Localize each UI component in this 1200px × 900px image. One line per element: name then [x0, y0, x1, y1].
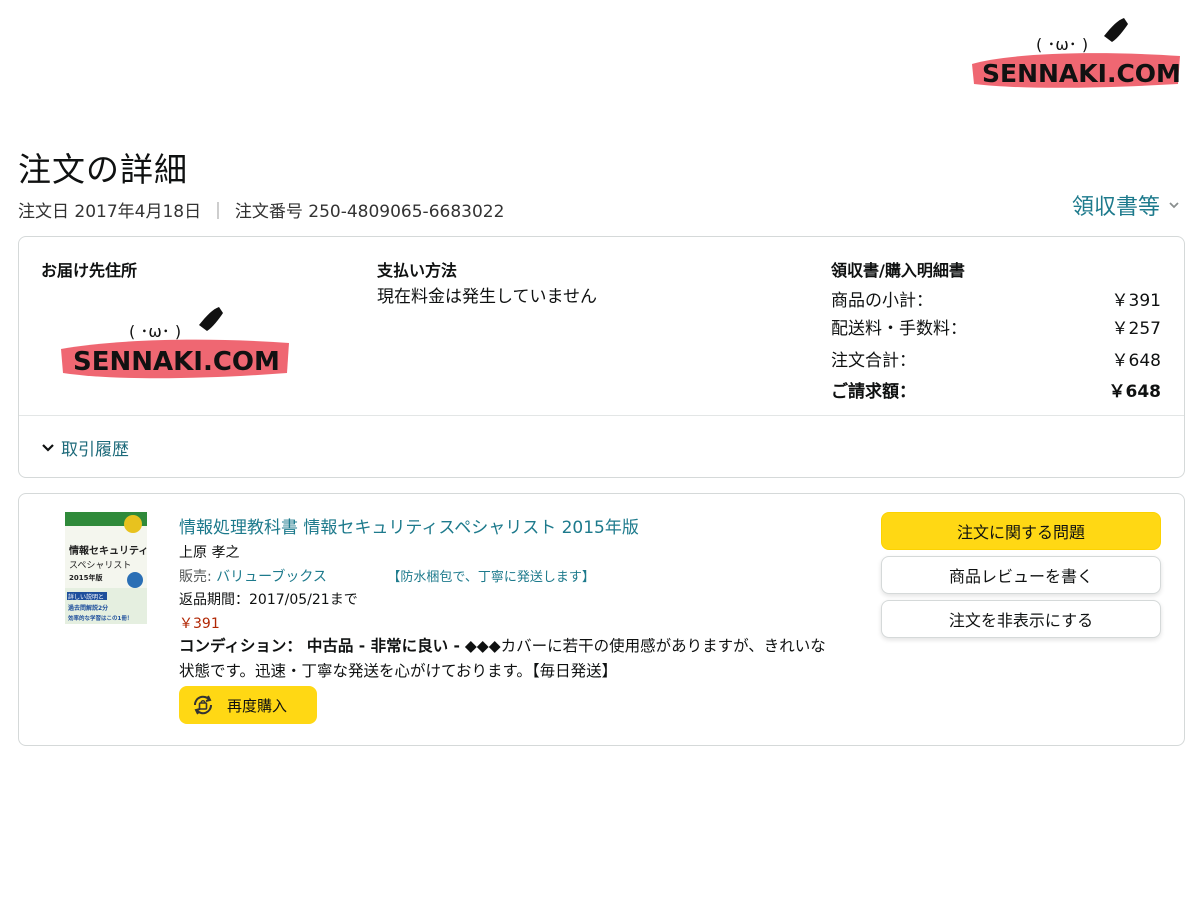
buy-again-button[interactable]: 再度購入	[179, 686, 317, 724]
page-title: 注文の詳細	[18, 150, 188, 189]
transaction-history-label: 取引履歴	[61, 440, 129, 460]
svg-text:詳しい説明と: 詳しい説明と	[68, 593, 104, 601]
svg-text:2015年版: 2015年版	[69, 573, 102, 582]
payment-method-text: 現在料金は発生していません	[377, 287, 597, 307]
shipping-fee-value: ￥257	[1111, 319, 1161, 339]
receipt-title: 領収書/購入明細書	[831, 261, 965, 280]
product-author: 上原 孝之	[179, 545, 240, 561]
item-price: ￥391	[179, 616, 220, 632]
return-period: 返品期間：2017/05/21まで	[179, 592, 358, 608]
subtotal-label: 商品の小計：	[831, 291, 933, 311]
order-number: 注文番号 250-4809065-6683022	[234, 202, 505, 222]
svg-text:( ･ω･ ): ( ･ω･ )	[129, 322, 181, 341]
hide-order-button[interactable]: 注文を非表示にする	[881, 600, 1161, 638]
order-total-label: 注文合計：	[831, 351, 916, 371]
condition-label: コンディション：	[179, 637, 302, 655]
sennaki-watermark-logo: ( ･ω･ ) SENNAKI.COM	[972, 18, 1181, 88]
svg-text:SENNAKI.COM: SENNAKI.COM	[73, 347, 280, 377]
order-summary-card: お届け先住所 ( ･ω･ ) SENNAKI.COM 支払い方法 現在料金は発生…	[18, 236, 1185, 478]
condition-value: 中古品 - 非常に良い -	[306, 637, 460, 655]
sennaki-watermark-logo: ( ･ω･ ) SENNAKI.COM	[61, 307, 289, 379]
order-total-value: ￥648	[1111, 351, 1161, 371]
product-title-link[interactable]: 情報処理教科書 情報セキュリティスペシャリスト 2015年版	[179, 513, 639, 538]
summary-divider	[19, 415, 1184, 416]
order-date: 注文日 2017年4月18日	[18, 202, 202, 222]
svg-text:( ･ω･ ): ( ･ω･ )	[1036, 35, 1088, 54]
seller-note: 【防水梱包で、丁寧に発送します】	[387, 570, 595, 585]
item-condition: コンディション： 中古品 - 非常に良い - ◆◆◆カバーに若干の使用感がありま…	[179, 634, 839, 684]
order-item-card: 情報セキュリティ スペシャリスト 2015年版 詳しい説明と 過去問解説2分 効…	[18, 493, 1185, 746]
svg-text:スペシャリスト: スペシャリスト	[69, 561, 131, 571]
order-problem-button[interactable]: 注文に関する問題	[881, 512, 1161, 550]
svg-text:SENNAKI.COM: SENNAKI.COM	[982, 59, 1181, 88]
write-review-button[interactable]: 商品レビューを書く	[881, 556, 1161, 594]
buy-again-icon	[193, 695, 213, 715]
transaction-history-toggle[interactable]: 取引履歴	[41, 435, 129, 460]
receipt-dropdown-label: 領収書等	[1072, 195, 1161, 220]
seller-name-link[interactable]: バリューブックス	[216, 569, 327, 585]
seller-info: 販売: バリューブックス 【防水梱包で、丁寧に発送します】	[179, 566, 595, 586]
svg-text:効率的な学習はこの1冊！: 効率的な学習はこの1冊！	[68, 614, 132, 622]
seller-label: 販売:	[179, 569, 212, 585]
subtotal-value: ￥391	[1111, 291, 1161, 311]
receipt-dropdown[interactable]: 領収書等	[1072, 189, 1180, 221]
meta-separator: |	[215, 199, 221, 220]
shipping-fee-label: 配送料・手数料：	[831, 319, 967, 339]
shipping-address-title: お届け先住所	[41, 261, 138, 280]
order-meta: 注文日 2017年4月18日 | 注文番号 250-4809065-668302…	[18, 197, 505, 223]
book-cover-image[interactable]: 情報セキュリティ スペシャリスト 2015年版 詳しい説明と 過去問解説2分 効…	[65, 512, 147, 624]
subtotal-row: 商品の小計： ￥391	[831, 286, 1161, 311]
shipping-fee-row: 配送料・手数料： ￥257	[831, 314, 1161, 339]
billed-amount-label: ご請求額：	[831, 382, 916, 402]
receipt-breakdown: 商品の小計： ￥391 配送料・手数料： ￥257 注文合計： ￥648 ご請求…	[831, 286, 1161, 405]
svg-text:情報セキュリティ: 情報セキュリティ	[69, 544, 147, 557]
svg-text:過去問解説2分: 過去問解説2分	[67, 604, 108, 612]
order-total-row: 注文合計： ￥648	[831, 346, 1161, 371]
chevron-down-icon	[1169, 202, 1179, 209]
payment-method-title: 支払い方法	[377, 261, 458, 280]
billed-amount-value: ￥648	[1108, 382, 1162, 402]
billed-amount-row: ご請求額： ￥648	[831, 377, 1161, 402]
buy-again-label: 再度購入	[227, 696, 288, 715]
chevron-down-icon	[42, 443, 54, 452]
